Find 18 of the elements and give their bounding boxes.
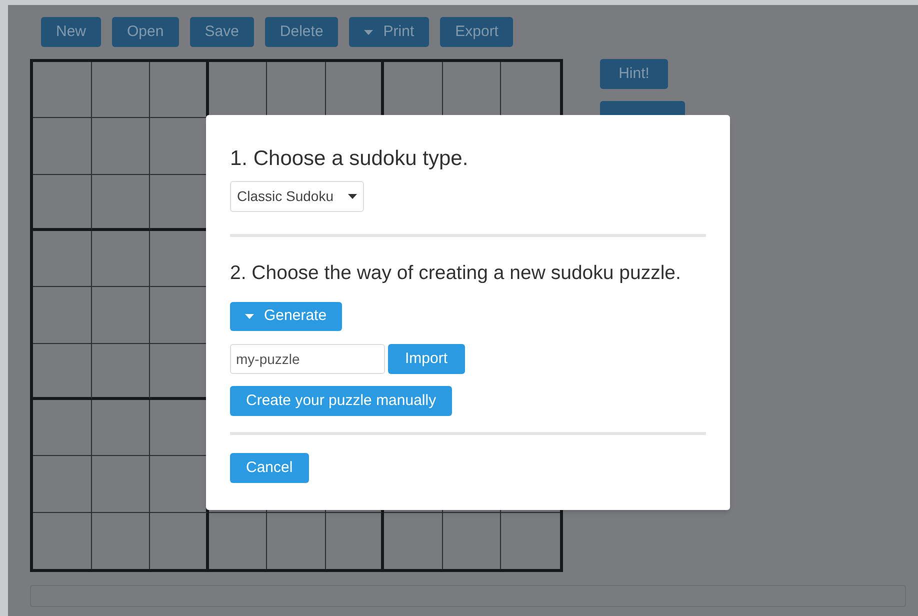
- toolbar-button[interactable]: Print: [349, 17, 430, 47]
- toolbar-button[interactable]: New: [41, 17, 102, 47]
- toolbar-button[interactable]: Delete: [264, 17, 338, 47]
- cancel-button[interactable]: Cancel: [230, 453, 309, 483]
- toolbar-button[interactable]: Save: [190, 17, 254, 47]
- dialog-heading: 1. Choose a sudoku type.: [230, 146, 470, 172]
- toolbar-button[interactable]: Export: [440, 17, 514, 47]
- type-select[interactable]: Classic Sudoku: [230, 181, 364, 212]
- dialog-heading: 2. Choose the way of creating a new sudoku puzzle.: [230, 261, 681, 286]
- side-button[interactable]: Hint!: [600, 59, 668, 89]
- create-manually-button[interactable]: Create your puzzle manually: [230, 386, 452, 416]
- toolbar-button[interactable]: Open: [112, 17, 179, 47]
- caret-icon: [348, 194, 356, 199]
- generate-button[interactable]: Generate: [230, 302, 342, 331]
- caret-icon: [364, 30, 374, 34]
- puzzle-name-field[interactable]: my-puzzle: [230, 344, 385, 374]
- import-button[interactable]: Import: [388, 344, 465, 374]
- caret-icon: [245, 314, 254, 319]
